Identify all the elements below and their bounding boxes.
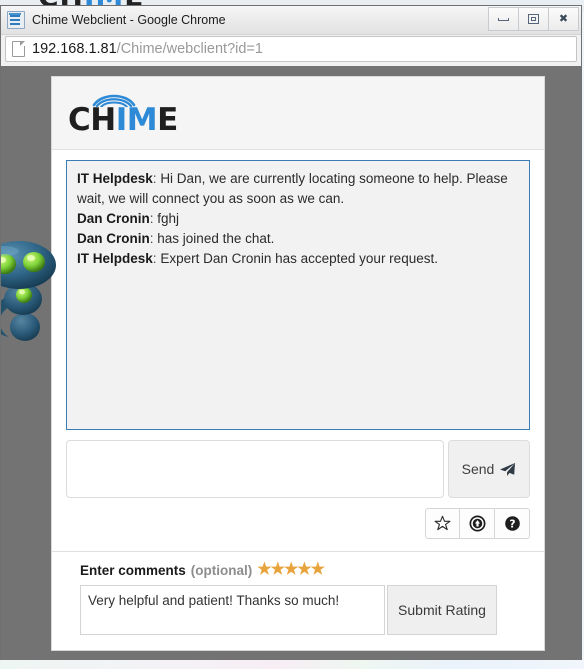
url-host: 192.168.1.81 — [32, 41, 117, 57]
star-icon[interactable]: ★ — [284, 561, 298, 578]
logo-middle: IM — [115, 102, 158, 138]
help-button[interactable]: ? — [495, 508, 530, 539]
chat-separator: : — [149, 211, 154, 226]
rating-section: Enter comments (optional) ★★★★★ Submit R… — [66, 552, 530, 635]
star-icon[interactable]: ★ — [311, 561, 325, 578]
paper-plane-icon — [500, 462, 516, 476]
chat-message: IT Helpdesk: Expert Dan Cronin has accep… — [77, 249, 519, 269]
star-icon[interactable]: ★ — [297, 561, 311, 578]
logo-suffix: E — [157, 102, 178, 138]
restore-icon — [519, 8, 548, 30]
star-icon[interactable]: ★ — [257, 561, 271, 578]
chat-sender: IT Helpdesk — [77, 251, 153, 266]
app-card: CHIME IT Helpdesk: Hi Dan, we are curren… — [51, 76, 545, 651]
desktop-bottom-strip — [0, 660, 584, 669]
circle-up-arrow-icon — [469, 515, 485, 532]
chime-wordmark: CHIME — [68, 105, 178, 136]
chat-message: IT Helpdesk: Hi Dan, we are currently lo… — [77, 169, 519, 209]
submit-rating-button[interactable]: Submit Rating — [387, 585, 497, 635]
send-button-label: Send — [461, 461, 495, 477]
page-icon — [12, 41, 25, 57]
logo-prefix: CH — [68, 102, 116, 138]
chat-sender: IT Helpdesk — [77, 171, 153, 186]
app-body: IT Helpdesk: Hi Dan, we are currently lo… — [52, 150, 544, 635]
message-input[interactable] — [66, 440, 444, 498]
window-controls: ✖ — [488, 7, 579, 31]
close-icon: ✖ — [558, 12, 569, 25]
star-icon[interactable]: ★ — [271, 561, 285, 578]
chat-message: Dan Cronin: has joined the chat. — [77, 229, 519, 249]
comment-textarea[interactable] — [80, 585, 385, 635]
chat-separator: : — [152, 171, 157, 186]
chat-message: Dan Cronin: fghj — [77, 209, 519, 229]
chat-sender: Dan Cronin — [77, 211, 150, 226]
page-viewport: CHIME IT Helpdesk: Hi Dan, we are curren… — [1, 66, 581, 660]
action-icon-bar: ? — [66, 508, 530, 539]
favorite-button[interactable] — [425, 508, 460, 539]
upload-button[interactable] — [460, 508, 495, 539]
restore-button[interactable] — [519, 7, 549, 31]
send-button[interactable]: Send — [448, 440, 530, 498]
chat-text: Expert Dan Cronin has accepted your requ… — [160, 251, 438, 266]
chime-favicon-icon — [7, 11, 25, 29]
composer-row: Send — [66, 440, 530, 498]
chat-text: has joined the chat. — [157, 231, 275, 246]
url-path: /Chime/webclient?id=1 — [116, 41, 263, 57]
screen: CHIME Chime Webclient - Google Chrome ✖ — [0, 0, 584, 669]
rating-label-row: Enter comments (optional) ★★★★★ — [80, 562, 530, 578]
url-text: 192.168.1.81/Chime/webclient?id=1 — [32, 41, 263, 57]
address-bar[interactable]: 192.168.1.81/Chime/webclient?id=1 — [5, 36, 577, 62]
app-header: CHIME — [52, 77, 544, 150]
star-rating[interactable]: ★★★★★ — [257, 561, 325, 578]
chat-text: fghj — [157, 211, 180, 226]
chat-sender: Dan Cronin — [77, 231, 150, 246]
minimize-button[interactable] — [488, 7, 519, 31]
chat-separator: : — [152, 251, 157, 266]
address-bar-row: 192.168.1.81/Chime/webclient?id=1 — [1, 35, 581, 66]
window-title: Chime Webclient - Google Chrome — [32, 13, 226, 27]
browser-window: Chime Webclient - Google Chrome ✖ 192.16… — [0, 5, 582, 660]
star-outline-icon — [434, 515, 451, 531]
svg-text:?: ? — [509, 517, 515, 530]
chime-logo: CHIME — [68, 89, 180, 139]
circle-question-icon: ? — [504, 516, 520, 531]
minimize-icon — [489, 8, 518, 30]
chat-separator: : — [149, 231, 154, 246]
window-titlebar[interactable]: Chime Webclient - Google Chrome ✖ — [1, 6, 581, 35]
close-button[interactable]: ✖ — [549, 7, 579, 31]
chat-transcript[interactable]: IT Helpdesk: Hi Dan, we are currently lo… — [66, 160, 530, 430]
rating-input-row: Submit Rating — [80, 585, 530, 635]
rating-optional-label: (optional) — [190, 562, 253, 578]
rating-label: Enter comments — [80, 562, 186, 578]
